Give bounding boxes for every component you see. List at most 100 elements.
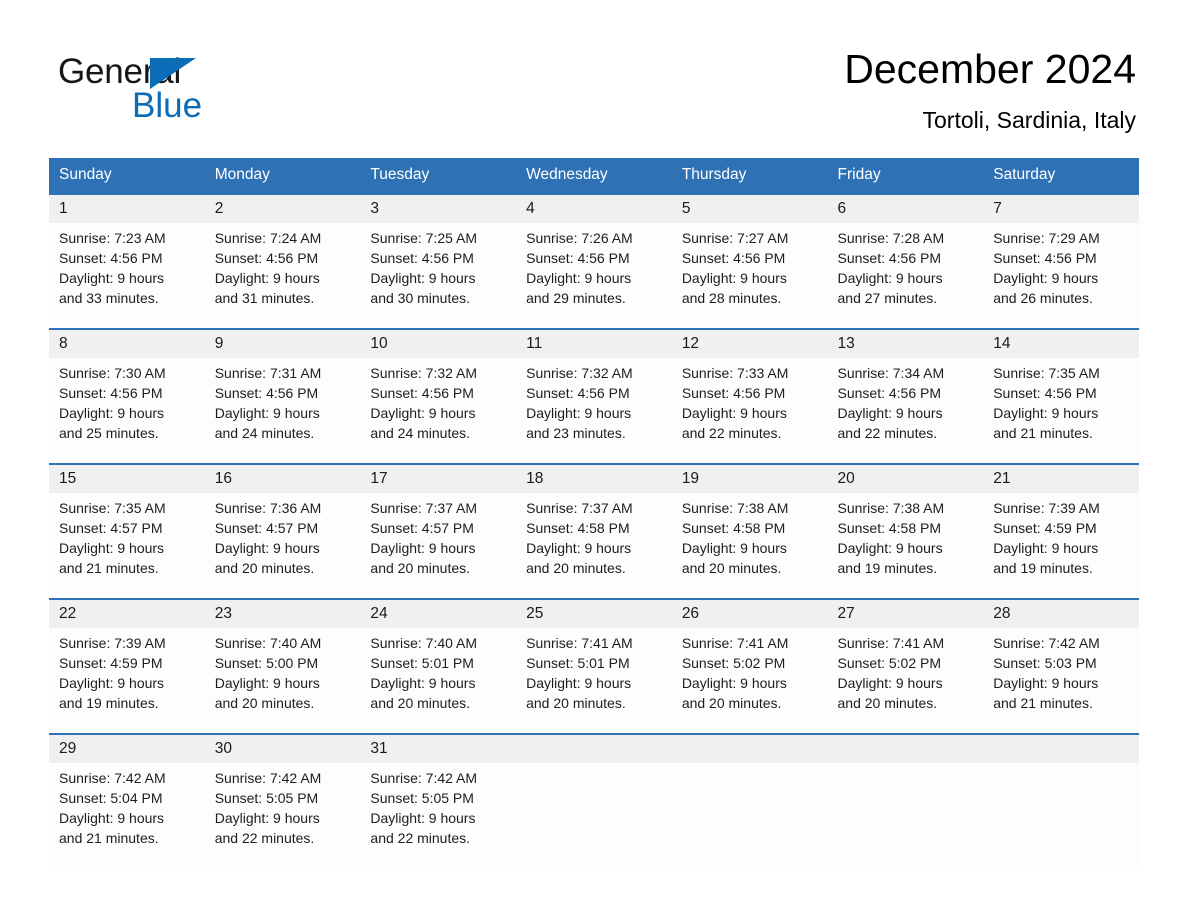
sunset-text: Sunset: 4:57 PM [370, 520, 474, 536]
sunset-text: Sunset: 4:56 PM [993, 250, 1097, 266]
day-number: 2 [204, 195, 361, 223]
sunset-text: Sunset: 4:56 PM [59, 385, 163, 401]
day-number: 14 [983, 330, 1139, 358]
day-cell[interactable]: 19 Sunrise: 7:38 AM Sunset: 4:58 PM Dayl… [671, 463, 828, 598]
day-cell[interactable]: 24 Sunrise: 7:40 AM Sunset: 5:01 PM Dayl… [360, 598, 517, 733]
sunrise-text: Sunrise: 7:40 AM [370, 635, 478, 651]
day-details: Sunrise: 7:42 AM Sunset: 5:05 PM Dayligh… [360, 763, 516, 848]
day-cell[interactable]: 26 Sunrise: 7:41 AM Sunset: 5:02 PM Dayl… [671, 598, 828, 733]
sunrise-text: Sunrise: 7:24 AM [214, 230, 322, 246]
sunset-text: Sunset: 4:56 PM [214, 250, 319, 266]
daylight-text-line1: Daylight: 9 hours [59, 540, 165, 556]
day-cell[interactable]: 20 Sunrise: 7:38 AM Sunset: 4:58 PM Dayl… [827, 463, 984, 598]
day-cell[interactable]: 30 Sunrise: 7:42 AM Sunset: 5:05 PM Dayl… [204, 733, 361, 868]
daylight-text-line2: and 26 minutes. [993, 290, 1093, 306]
sunset-text: Sunset: 5:02 PM [681, 655, 786, 671]
day-cell[interactable]: 3 Sunrise: 7:25 AM Sunset: 4:56 PM Dayli… [360, 193, 517, 328]
daylight-text-line1: Daylight: 9 hours [681, 270, 787, 286]
daylight-text-line2: and 22 minutes. [681, 425, 782, 441]
sunrise-text: Sunrise: 7:33 AM [681, 365, 789, 381]
sunrise-text: Sunrise: 7:39 AM [993, 500, 1100, 516]
day-number [983, 735, 1139, 763]
sunrise-text: Sunrise: 7:37 AM [526, 500, 633, 516]
sunset-text: Sunset: 5:00 PM [214, 655, 319, 671]
day-number: 5 [671, 195, 828, 223]
sunset-text: Sunset: 4:58 PM [526, 520, 630, 536]
calendar-page: General Blue December 2024 Tortoli, Sard… [0, 0, 1188, 918]
day-cell[interactable]: 2 Sunrise: 7:24 AM Sunset: 4:56 PM Dayli… [204, 193, 361, 328]
sunrise-text: Sunrise: 7:28 AM [837, 230, 945, 246]
day-cell[interactable]: 5 Sunrise: 7:27 AM Sunset: 4:56 PM Dayli… [671, 193, 828, 328]
day-number: 12 [671, 330, 828, 358]
daylight-text-line2: and 22 minutes. [214, 830, 315, 846]
sunrise-text: Sunrise: 7:41 AM [681, 635, 789, 651]
week-row: 8 Sunrise: 7:30 AM Sunset: 4:56 PM Dayli… [49, 328, 1139, 463]
sunrise-sunset-calendar-table: Sunday Monday Tuesday Wednesday Thursday… [49, 158, 1139, 868]
day-number: 3 [360, 195, 517, 223]
day-number: 25 [516, 600, 672, 628]
sunset-text: Sunset: 4:56 PM [370, 250, 474, 266]
daylight-text-line1: Daylight: 9 hours [59, 270, 165, 286]
day-cell[interactable]: 23 Sunrise: 7:40 AM Sunset: 5:00 PM Dayl… [204, 598, 361, 733]
day-cell[interactable]: 7 Sunrise: 7:29 AM Sunset: 4:56 PM Dayli… [983, 193, 1139, 328]
day-cell[interactable]: 12 Sunrise: 7:33 AM Sunset: 4:56 PM Dayl… [671, 328, 828, 463]
day-number: 29 [49, 735, 205, 763]
day-cell-empty [516, 733, 672, 868]
day-cell[interactable]: 8 Sunrise: 7:30 AM Sunset: 4:56 PM Dayli… [49, 328, 205, 463]
daylight-text-line2: and 24 minutes. [214, 425, 315, 441]
day-cell[interactable]: 29 Sunrise: 7:42 AM Sunset: 5:04 PM Dayl… [49, 733, 205, 868]
day-cell[interactable]: 14 Sunrise: 7:35 AM Sunset: 4:56 PM Dayl… [983, 328, 1139, 463]
day-number: 26 [671, 600, 828, 628]
sunset-text: Sunset: 4:59 PM [993, 520, 1097, 536]
daylight-text-line1: Daylight: 9 hours [837, 540, 943, 556]
daylight-text-line2: and 20 minutes. [526, 695, 626, 711]
day-details: Sunrise: 7:28 AM Sunset: 4:56 PM Dayligh… [828, 223, 984, 308]
day-cell[interactable]: 6 Sunrise: 7:28 AM Sunset: 4:56 PM Dayli… [827, 193, 984, 328]
week-row: 15 Sunrise: 7:35 AM Sunset: 4:57 PM Dayl… [49, 463, 1139, 598]
day-number: 22 [49, 600, 205, 628]
day-cell[interactable]: 4 Sunrise: 7:26 AM Sunset: 4:56 PM Dayli… [516, 193, 672, 328]
day-cell[interactable]: 11 Sunrise: 7:32 AM Sunset: 4:56 PM Dayl… [516, 328, 672, 463]
day-cell[interactable]: 18 Sunrise: 7:37 AM Sunset: 4:58 PM Dayl… [516, 463, 672, 598]
logo-text-blue: Blue [132, 86, 203, 125]
day-number: 24 [360, 600, 517, 628]
day-number: 15 [49, 465, 205, 493]
day-cell[interactable]: 16 Sunrise: 7:36 AM Sunset: 4:57 PM Dayl… [204, 463, 361, 598]
day-cell[interactable]: 31 Sunrise: 7:42 AM Sunset: 5:05 PM Dayl… [360, 733, 517, 868]
sunrise-text: Sunrise: 7:42 AM [993, 635, 1100, 651]
day-details: Sunrise: 7:37 AM Sunset: 4:57 PM Dayligh… [360, 493, 516, 578]
sunrise-text: Sunrise: 7:26 AM [526, 230, 633, 246]
day-cell[interactable]: 25 Sunrise: 7:41 AM Sunset: 5:01 PM Dayl… [516, 598, 672, 733]
day-cell[interactable]: 15 Sunrise: 7:35 AM Sunset: 4:57 PM Dayl… [49, 463, 205, 598]
day-number: 20 [827, 465, 984, 493]
daylight-text-line1: Daylight: 9 hours [214, 405, 320, 421]
daylight-text-line2: and 21 minutes. [59, 830, 159, 846]
day-number: 30 [204, 735, 361, 763]
day-cell[interactable]: 28 Sunrise: 7:42 AM Sunset: 5:03 PM Dayl… [983, 598, 1139, 733]
day-cell[interactable]: 21 Sunrise: 7:39 AM Sunset: 4:59 PM Dayl… [983, 463, 1139, 598]
day-cell[interactable]: 9 Sunrise: 7:31 AM Sunset: 4:56 PM Dayli… [204, 328, 361, 463]
sunset-text: Sunset: 5:02 PM [837, 655, 942, 671]
day-details: Sunrise: 7:30 AM Sunset: 4:56 PM Dayligh… [49, 358, 205, 443]
sunset-text: Sunset: 4:56 PM [837, 250, 942, 266]
day-cell[interactable]: 27 Sunrise: 7:41 AM Sunset: 5:02 PM Dayl… [827, 598, 984, 733]
daylight-text-line1: Daylight: 9 hours [993, 675, 1099, 691]
day-details: Sunrise: 7:31 AM Sunset: 4:56 PM Dayligh… [205, 358, 361, 443]
title-block: December 2024 Tortoli, Sardinia, Italy [844, 44, 1136, 137]
sunrise-text: Sunrise: 7:41 AM [837, 635, 945, 651]
general-blue-logo[interactable]: General Blue [58, 52, 318, 125]
weekday-header-monday: Monday [204, 158, 361, 193]
daylight-text-line2: and 30 minutes. [370, 290, 471, 306]
daylight-text-line1: Daylight: 9 hours [526, 675, 632, 691]
weekday-header-saturday: Saturday [983, 158, 1139, 193]
daylight-text-line1: Daylight: 9 hours [837, 675, 943, 691]
day-cell[interactable]: 1 Sunrise: 7:23 AM Sunset: 4:56 PM Dayli… [49, 193, 205, 328]
day-cell[interactable]: 17 Sunrise: 7:37 AM Sunset: 4:57 PM Dayl… [360, 463, 517, 598]
sunrise-text: Sunrise: 7:30 AM [59, 365, 166, 381]
day-cell[interactable]: 13 Sunrise: 7:34 AM Sunset: 4:56 PM Dayl… [827, 328, 984, 463]
day-cell[interactable]: 10 Sunrise: 7:32 AM Sunset: 4:56 PM Dayl… [360, 328, 517, 463]
day-cell[interactable]: 22 Sunrise: 7:39 AM Sunset: 4:59 PM Dayl… [49, 598, 205, 733]
daylight-text-line1: Daylight: 9 hours [214, 270, 320, 286]
day-details: Sunrise: 7:32 AM Sunset: 4:56 PM Dayligh… [516, 358, 672, 443]
sunset-text: Sunset: 4:56 PM [526, 385, 630, 401]
